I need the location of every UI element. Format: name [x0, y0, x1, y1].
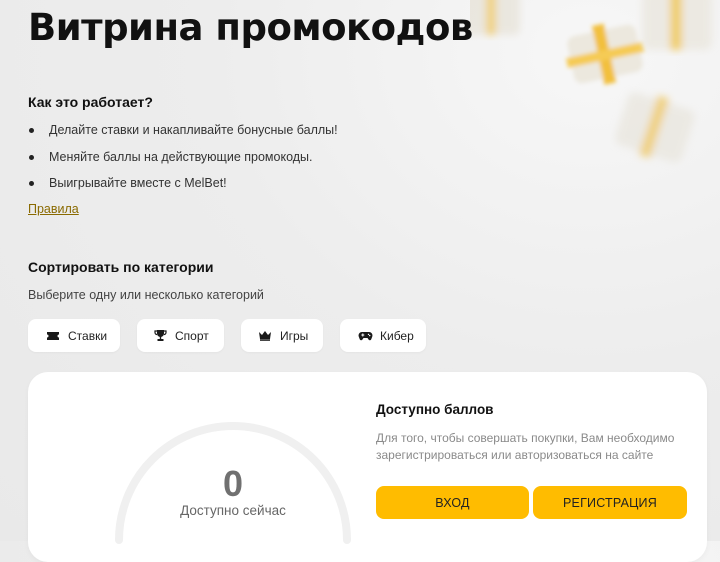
login-button[interactable]: ВХОД: [376, 486, 529, 519]
category-sport-button[interactable]: Спорт: [137, 319, 224, 352]
how-it-works-title: Как это работает?: [28, 94, 153, 110]
points-description: Для того, чтобы совершать покупки, Вам н…: [376, 431, 675, 462]
category-label: Кибер: [380, 328, 414, 343]
how-it-works-item: Меняйте баллы на действующие промокоды.: [28, 144, 338, 171]
points-value: 0: [222, 463, 244, 504]
category-label: Ставки: [68, 328, 108, 343]
points-title: Доступно баллов: [376, 402, 494, 417]
trophy-icon: [152, 328, 168, 344]
crown-icon: [257, 328, 273, 344]
page-title: Витрина промокодов: [28, 6, 473, 49]
category-label: Спорт: [175, 328, 209, 343]
how-it-works-item: Делайте ставки и накапливайте бонусные б…: [28, 117, 338, 144]
category-bets-button[interactable]: Ставки: [28, 319, 120, 352]
ticket-icon: [45, 328, 61, 344]
sort-subtitle: Выберите одну или несколько категорий: [28, 288, 264, 302]
category-games-button[interactable]: Игры: [241, 319, 323, 352]
points-card: 0 Доступно сейчас Доступно баллов Для то…: [28, 372, 707, 562]
points-gauge-label: Доступно сейчас: [180, 503, 286, 518]
how-it-works-item: Выигрывайте вместе с MelBet!: [28, 170, 338, 197]
sort-title: Сортировать по категории: [28, 259, 214, 275]
rules-link[interactable]: Правила: [28, 202, 79, 216]
register-button[interactable]: РЕГИСТРАЦИЯ: [533, 486, 687, 519]
how-it-works-list: Делайте ставки и накапливайте бонусные б…: [28, 117, 338, 197]
category-cyber-button[interactable]: Кибер: [340, 319, 426, 352]
gamepad-icon: [357, 328, 373, 344]
decorative-gifts-image: [470, 0, 712, 163]
category-label: Игры: [280, 328, 309, 343]
